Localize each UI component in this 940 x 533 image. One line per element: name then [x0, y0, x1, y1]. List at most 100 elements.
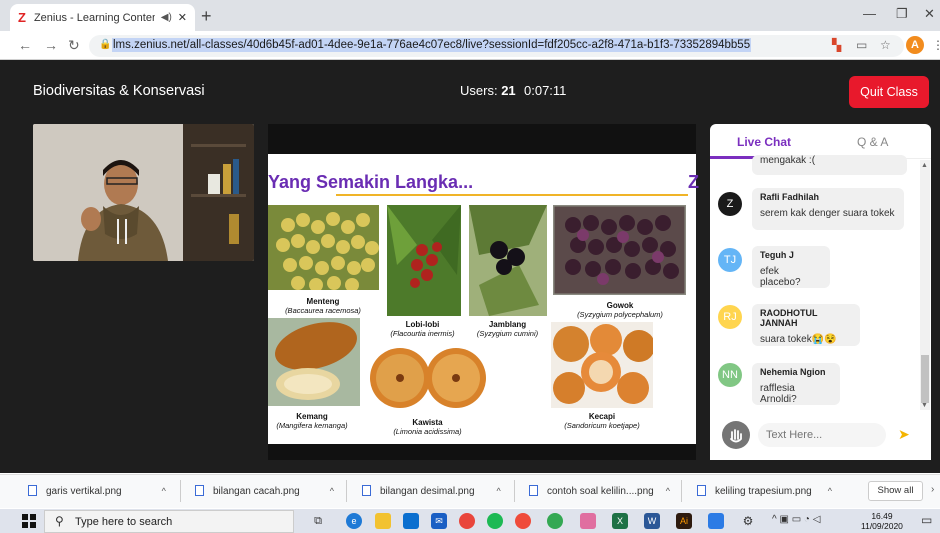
settings-icon[interactable]: ⚙: [740, 513, 756, 529]
mail-icon[interactable]: ✉: [431, 513, 447, 529]
cast-icon[interactable]: ▭: [856, 38, 867, 52]
star-icon[interactable]: ☆: [880, 38, 891, 52]
download-item[interactable]: bilangan desimal.png ^: [362, 485, 501, 497]
new-tab-button[interactable]: +: [201, 6, 212, 27]
speaker-icon[interactable]: ◀): [161, 12, 172, 23]
download-filename: bilangan cacah.png: [213, 486, 300, 497]
chat-message: Nehemia Ngion rafflesia Arnoldi?: [752, 363, 840, 405]
chat-text-input[interactable]: [758, 423, 886, 447]
task-view-icon[interactable]: ⧉: [310, 513, 326, 529]
scroll-up-icon[interactable]: ▲: [921, 162, 928, 169]
file-icon: [697, 485, 706, 496]
chrome-icon[interactable]: [515, 513, 531, 529]
zenius-logo-icon: Z: [18, 10, 26, 25]
tab-live-chat[interactable]: Live Chat: [737, 135, 791, 149]
store-icon[interactable]: [403, 513, 419, 529]
reload-icon[interactable]: ↻: [68, 37, 80, 54]
scroll-down-icon[interactable]: ▼: [921, 402, 928, 409]
message-text: suara tokek😭😵: [760, 334, 837, 345]
tab-title: Zenius - Learning Content M: [33, 11, 155, 24]
tray-icons[interactable]: ^ ▣ ▭ ◔ ◁: [772, 514, 820, 525]
lobi-lobi-photo: [387, 205, 461, 316]
taskbar-search-placeholder: Type here to search: [75, 516, 173, 528]
windows-start-icon[interactable]: [22, 514, 36, 528]
chevron-up-icon[interactable]: ^: [330, 486, 334, 496]
restore-icon[interactable]: ❐: [896, 6, 908, 22]
sender-name: Teguh J: [760, 250, 794, 260]
download-item[interactable]: garis vertikal.png ^: [28, 485, 166, 497]
quit-class-button[interactable]: Quit Class: [849, 76, 929, 108]
clock-date: 11/09/2020: [861, 521, 903, 531]
chevron-up-icon[interactable]: ^: [828, 486, 832, 496]
chevron-up-icon[interactable]: ^: [497, 486, 501, 496]
taskbar-clock[interactable]: 16.49 11/09/2020: [861, 511, 903, 531]
file-icon: [195, 485, 204, 496]
download-filename: keliling trapesium.png: [715, 486, 812, 497]
search-icon: ⚲: [55, 514, 64, 528]
minimize-icon[interactable]: —: [863, 6, 876, 21]
users-count: 21: [501, 83, 516, 98]
slide-logo-fragment: Z: [688, 172, 699, 192]
app-icon[interactable]: [459, 513, 475, 529]
divider: [681, 480, 682, 502]
close-downloads-icon[interactable]: ›: [931, 484, 934, 495]
download-item[interactable]: bilangan cacah.png ^: [195, 485, 334, 497]
show-all-button[interactable]: Show all: [868, 481, 923, 501]
session-timer: 0:07:11: [524, 83, 567, 98]
photos-icon[interactable]: [708, 513, 724, 529]
message-text: efek placebo?: [760, 266, 801, 288]
slide-title-underline: [336, 194, 688, 196]
back-icon[interactable]: ←: [18, 37, 32, 53]
tab-q-and-a[interactable]: Q & A: [857, 135, 888, 149]
lock-icon[interactable]: 🔒: [99, 39, 111, 50]
chat-scrollbar-thumb[interactable]: [921, 355, 929, 403]
chat-message: Teguh J efek placebo?: [752, 246, 830, 288]
download-item[interactable]: contoh soal kelilin....png ^: [529, 485, 670, 497]
spotify-icon[interactable]: [487, 513, 503, 529]
webcam-image: [33, 124, 254, 261]
chat-message: Rafli Fadhilah serem kak denger suara to…: [752, 188, 904, 230]
menteng-photo: [268, 205, 379, 290]
divider: [180, 480, 181, 502]
course-title: Biodiversitas & Konservasi: [33, 83, 205, 99]
file-icon: [28, 485, 37, 496]
illustrator-icon[interactable]: Ai: [676, 513, 692, 529]
chevron-up-icon[interactable]: ^: [666, 486, 670, 496]
file-icon: [362, 485, 371, 496]
file-icon: [529, 485, 538, 496]
chevron-up-icon[interactable]: ^: [162, 486, 166, 496]
send-icon[interactable]: ➤: [898, 426, 910, 443]
paint-icon[interactable]: [580, 513, 596, 529]
download-filename: contoh soal kelilin....png: [547, 486, 654, 497]
caption-jamblang: Jamblang (Syzygium cumini): [476, 320, 539, 338]
kawista-photo: [370, 344, 486, 412]
forward-icon[interactable]: →: [44, 37, 58, 53]
sender-name: Nehemia Ngion: [760, 367, 826, 377]
url-text[interactable]: lms.zenius.net/all-classes/40d6b45f-ad01…: [112, 38, 752, 52]
notification-icon[interactable]: ▭: [921, 513, 932, 527]
word-icon[interactable]: W: [644, 513, 660, 529]
close-window-icon[interactable]: ✕: [924, 6, 935, 22]
file-explorer-icon[interactable]: [375, 513, 391, 529]
menu-icon[interactable]: ⋮: [932, 38, 940, 52]
caption-menteng: Menteng (Baccaurea racemosa): [285, 297, 361, 315]
message-text: rafflesia Arnoldi?: [760, 383, 797, 405]
jamblang-photo: [469, 205, 547, 316]
edge-icon[interactable]: e: [346, 513, 362, 529]
caption-kecapi: Kecapi (Sandoricum koetjape): [564, 412, 640, 430]
chrome-alt-icon[interactable]: [547, 513, 563, 529]
excel-icon[interactable]: X: [612, 513, 628, 529]
profile-avatar[interactable]: A: [906, 36, 924, 54]
clock-time: 16.49: [871, 511, 893, 521]
slide-title: Yang Semakin Langka...: [268, 172, 474, 192]
browser-tab[interactable]: Z Zenius - Learning Content M ◀) ✕: [10, 4, 195, 31]
kecapi-photo: [551, 322, 653, 408]
users-indicator: Users: 21: [460, 83, 516, 98]
mic-button[interactable]: [722, 421, 750, 449]
extension-icon[interactable]: ▚: [832, 38, 841, 52]
close-tab-icon[interactable]: ✕: [178, 11, 187, 24]
avatar: Z: [718, 192, 742, 216]
download-item[interactable]: keliling trapesium.png ^: [697, 485, 832, 497]
avatar: RJ: [718, 305, 742, 329]
caption-gowok: Gowok (Syzygium polycephalum): [577, 301, 663, 319]
